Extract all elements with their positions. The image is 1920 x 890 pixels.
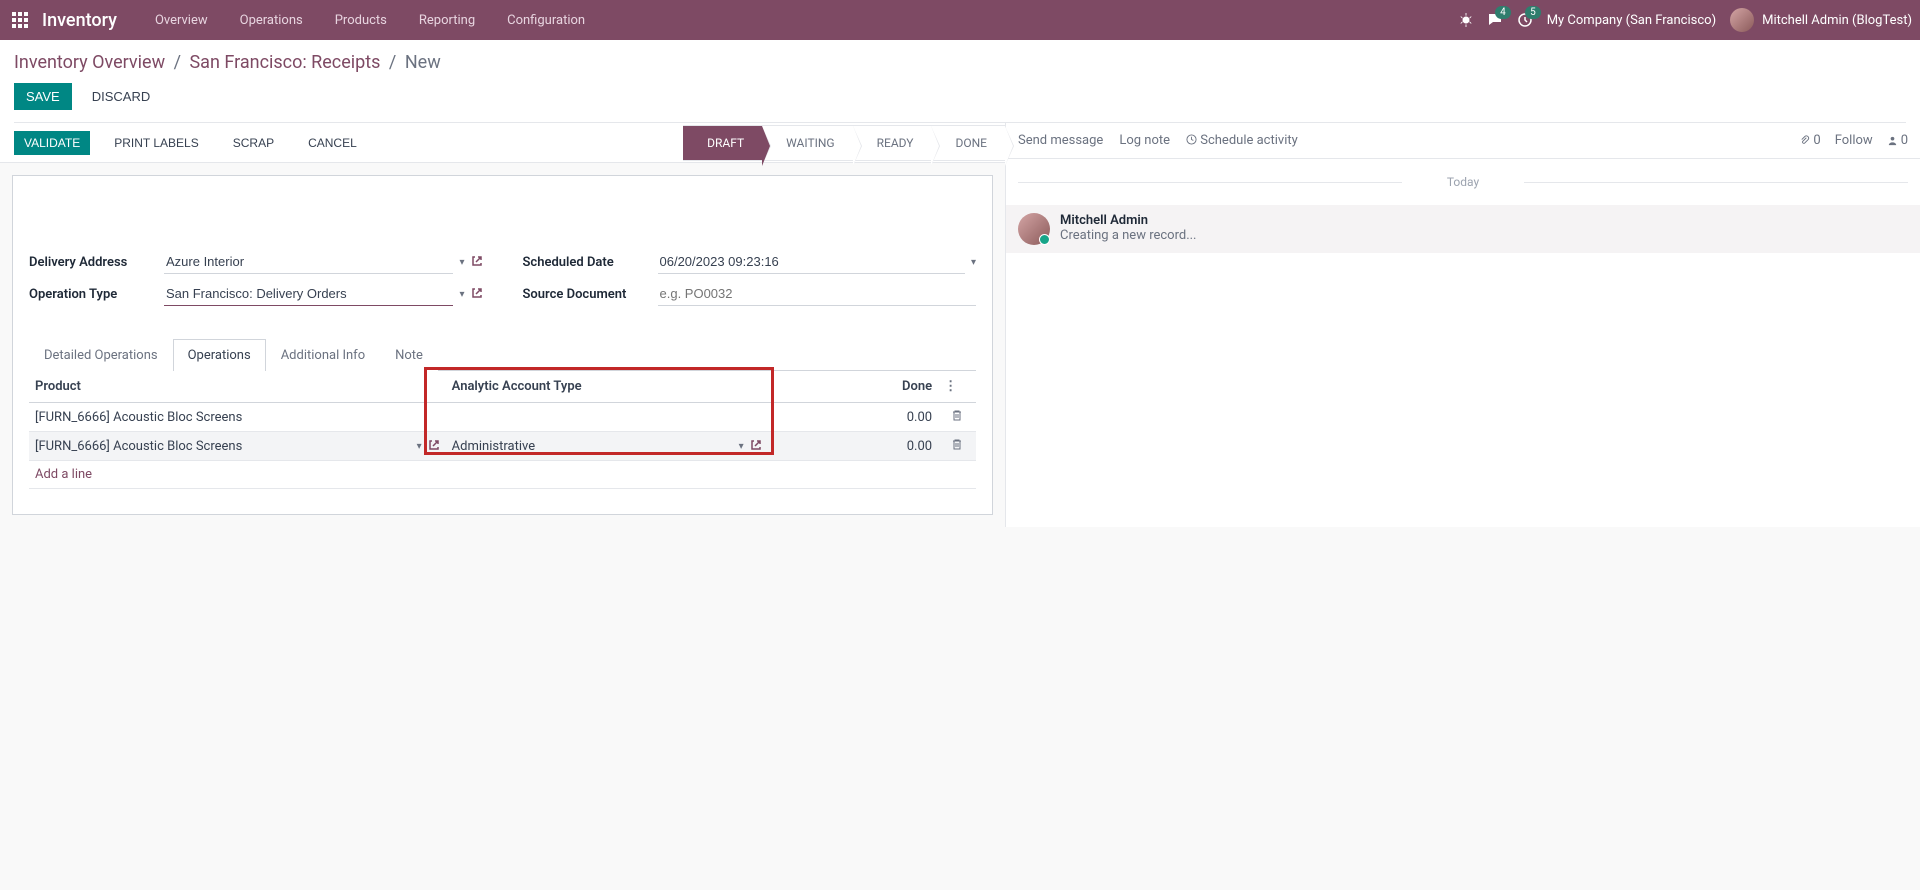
trash-icon[interactable] [938,403,976,432]
breadcrumb-parent[interactable]: San Francisco: Receipts [189,52,380,73]
status-stages: DRAFT WAITING READY DONE [683,125,1005,161]
follow-button[interactable]: Follow [1835,133,1873,148]
subheader: Inventory Overview / San Francisco: Rece… [0,40,1920,123]
company-switcher[interactable]: My Company (San Francisco) [1547,13,1716,28]
save-button[interactable]: SAVE [14,83,72,110]
breadcrumb-current: New [405,52,441,73]
chevron-down-icon[interactable]: ▾ [459,257,464,268]
cell-done[interactable]: 0.00 [768,403,938,432]
activities-icon[interactable]: 5 [1517,12,1533,28]
external-link-icon[interactable] [428,439,440,454]
stage-ready[interactable]: READY [853,125,932,161]
form-sheet: Delivery Address ▾ Operation Type [12,175,993,515]
chevron-down-icon[interactable]: ▾ [459,289,464,300]
nav-configuration[interactable]: Configuration [493,5,599,36]
operation-type-label: Operation Type [29,287,164,302]
col-done[interactable]: Done [768,371,938,403]
log-note-button[interactable]: Log note [1119,133,1170,148]
stage-waiting[interactable]: WAITING [762,125,852,161]
operations-table: Product Analytic Account Type Done ⋮ [FU… [29,371,976,489]
today-separator: Today [1006,175,1920,189]
scrap-button[interactable]: SCRAP [223,131,284,155]
user-avatar [1730,8,1754,32]
attachments-count[interactable]: 0 [1799,133,1820,148]
chevron-down-icon[interactable]: ▾ [971,257,976,268]
nav-operations[interactable]: Operations [226,5,317,36]
delivery-address-label: Delivery Address [29,255,164,270]
delivery-address-input[interactable] [164,250,453,274]
breadcrumb-root[interactable]: Inventory Overview [14,52,165,73]
breadcrumb: Inventory Overview / San Francisco: Rece… [14,52,1906,73]
log-message: Creating a new record... [1060,228,1197,243]
cell-product[interactable]: [FURN_6666] Acoustic Bloc Screens [29,403,446,432]
avatar [1018,213,1050,245]
table-row[interactable]: [FURN_6666] Acoustic Bloc Screens 0.00 [29,403,976,432]
tab-detailed-operations[interactable]: Detailed Operations [29,339,173,371]
navbar: Inventory Overview Operations Products R… [0,0,1920,40]
source-document-input[interactable] [658,282,977,306]
user-name: Mitchell Admin (BlogTest) [1762,13,1912,28]
cell-analytic[interactable] [446,403,768,432]
cell-analytic[interactable]: Administrative ▾ [446,432,768,461]
trash-icon[interactable] [938,432,976,461]
kebab-icon[interactable]: ⋮ [944,379,957,394]
stage-done[interactable]: DONE [931,125,1005,161]
col-analytic[interactable]: Analytic Account Type [446,371,768,403]
nav-reporting[interactable]: Reporting [405,5,489,36]
messages-badge: 4 [1495,6,1511,19]
external-link-icon[interactable] [750,439,762,454]
scheduled-date-input[interactable] [658,250,965,274]
col-product[interactable]: Product [29,371,446,403]
chevron-down-icon[interactable]: ▾ [739,441,744,452]
validate-button[interactable]: VALIDATE [14,131,90,155]
chatter: Send message Log note Schedule activity … [1005,123,1920,527]
log-entry: Mitchell Admin Creating a new record... [1006,205,1920,253]
scheduled-date-label: Scheduled Date [523,255,658,270]
app-title[interactable]: Inventory [42,10,117,31]
table-row[interactable]: [FURN_6666] Acoustic Bloc Screens ▾ Admi… [29,432,976,461]
send-message-button[interactable]: Send message [1018,133,1103,148]
messages-icon[interactable]: 4 [1487,12,1503,28]
activities-badge: 5 [1525,6,1541,19]
chevron-down-icon[interactable]: ▾ [417,441,422,452]
tab-note[interactable]: Note [380,339,438,371]
source-document-label: Source Document [523,287,658,302]
log-author: Mitchell Admin [1060,213,1197,228]
statusbar: VALIDATE PRINT LABELS SCRAP CANCEL DRAFT… [0,123,1005,163]
add-line-button[interactable]: Add a line [29,461,976,489]
external-link-icon[interactable] [471,287,483,302]
user-menu[interactable]: Mitchell Admin (BlogTest) [1730,8,1912,32]
nav-products[interactable]: Products [321,5,401,36]
cancel-button[interactable]: CANCEL [298,131,367,155]
cell-product[interactable]: [FURN_6666] Acoustic Bloc Screens ▾ [29,432,446,461]
schedule-activity-button[interactable]: Schedule activity [1186,133,1298,148]
followers-count[interactable]: 0 [1887,133,1908,148]
nav-overview[interactable]: Overview [141,5,222,36]
tab-operations[interactable]: Operations [173,339,266,371]
cell-done[interactable]: 0.00 [768,432,938,461]
nav-menu: Overview Operations Products Reporting C… [141,5,599,36]
tab-additional-info[interactable]: Additional Info [266,339,380,371]
debug-icon[interactable] [1459,13,1473,27]
print-labels-button[interactable]: PRINT LABELS [104,131,208,155]
external-link-icon[interactable] [471,255,483,270]
stage-draft[interactable]: DRAFT [683,125,762,161]
apps-icon[interactable] [8,8,32,32]
discard-button[interactable]: DISCARD [80,83,163,110]
tabs: Detailed Operations Operations Additiona… [29,338,976,371]
operation-type-input[interactable] [164,282,453,306]
